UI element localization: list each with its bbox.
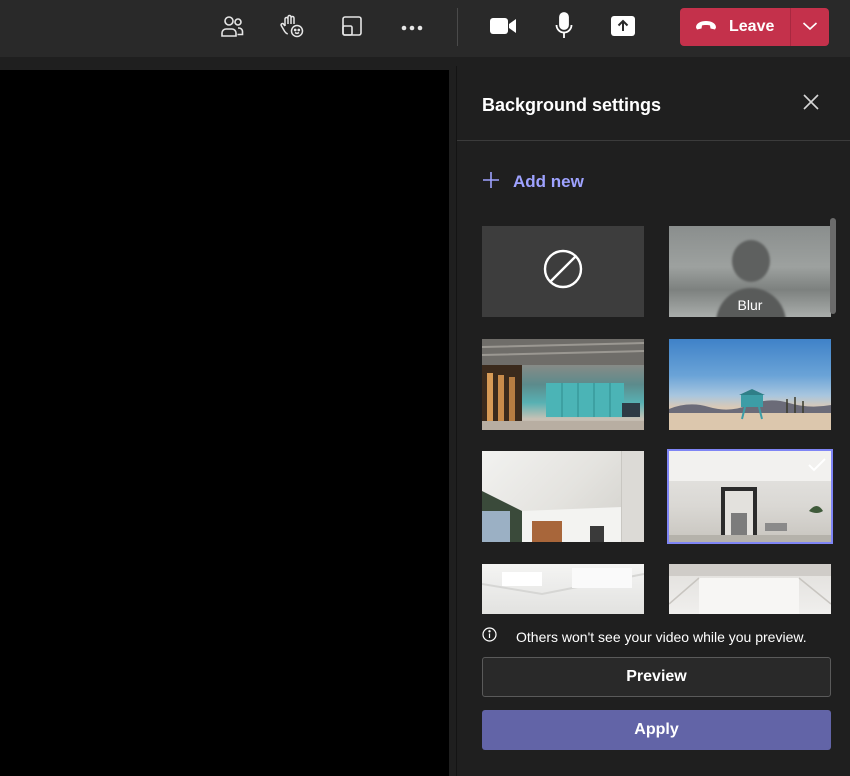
participants-button[interactable] — [214, 8, 250, 48]
background-none[interactable] — [482, 226, 644, 317]
camera-icon — [489, 16, 517, 41]
leave-label: Leave — [729, 18, 775, 35]
background-room-2[interactable] — [667, 449, 833, 544]
blur-silhouette-head — [732, 240, 770, 282]
close-panel-button[interactable] — [799, 92, 823, 116]
meeting-toolbar: Leave — [0, 0, 850, 57]
leave-button-group: Leave — [680, 8, 829, 46]
raise-hand-button[interactable] — [274, 8, 310, 48]
raise-hand-icon — [279, 13, 305, 44]
background-blur[interactable]: Blur — [669, 226, 831, 317]
thumbnail-scrollbar[interactable] — [830, 218, 836, 318]
no-background-icon — [542, 248, 584, 295]
phone-hangup-icon — [694, 18, 718, 36]
room-4-image — [669, 564, 831, 614]
add-new-background-button[interactable]: Add new — [482, 170, 584, 194]
close-icon — [802, 93, 820, 116]
preview-info: Others won't see your video while you pr… — [482, 627, 807, 647]
background-settings-panel: Background settings Add new Blur Others … — [456, 66, 850, 776]
leave-options-button[interactable] — [791, 8, 829, 46]
blur-label: Blur — [737, 297, 763, 313]
checkmark-icon — [807, 457, 827, 478]
mic-icon — [554, 11, 574, 45]
add-new-label: Add new — [513, 172, 584, 191]
panel-divider — [457, 140, 850, 141]
video-stage — [0, 70, 449, 776]
participants-icon — [219, 14, 245, 43]
view-button[interactable] — [334, 8, 370, 48]
chevron-down-icon — [802, 18, 818, 36]
more-options-button[interactable] — [394, 8, 430, 48]
office-image — [482, 339, 644, 430]
background-room-3[interactable] — [482, 564, 644, 614]
microphone-button[interactable] — [546, 8, 582, 48]
background-room-4[interactable] — [669, 564, 831, 614]
scrollbar-thumb[interactable] — [830, 218, 836, 314]
background-room-1[interactable] — [482, 451, 644, 542]
leave-button[interactable]: Leave — [680, 8, 790, 46]
view-icon — [340, 14, 364, 43]
info-icon — [482, 627, 497, 647]
preview-button[interactable]: Preview — [482, 657, 831, 697]
meeting-window: Leave Background settings Add new Blur O… — [0, 0, 850, 776]
camera-button[interactable] — [485, 8, 521, 48]
share-icon — [610, 15, 636, 42]
panel-title: Background settings — [482, 95, 662, 115]
info-text: Others won't see your video while you pr… — [516, 629, 807, 645]
apply-button[interactable]: Apply — [482, 710, 831, 750]
background-beach[interactable] — [669, 339, 831, 430]
share-button[interactable] — [605, 8, 641, 48]
plus-icon — [482, 171, 500, 194]
room-1-image — [482, 451, 644, 542]
background-office[interactable] — [482, 339, 644, 430]
toolbar-divider — [457, 8, 458, 46]
room-3-image — [482, 568, 644, 596]
more-icon — [400, 19, 424, 37]
beach-image — [669, 389, 831, 430]
